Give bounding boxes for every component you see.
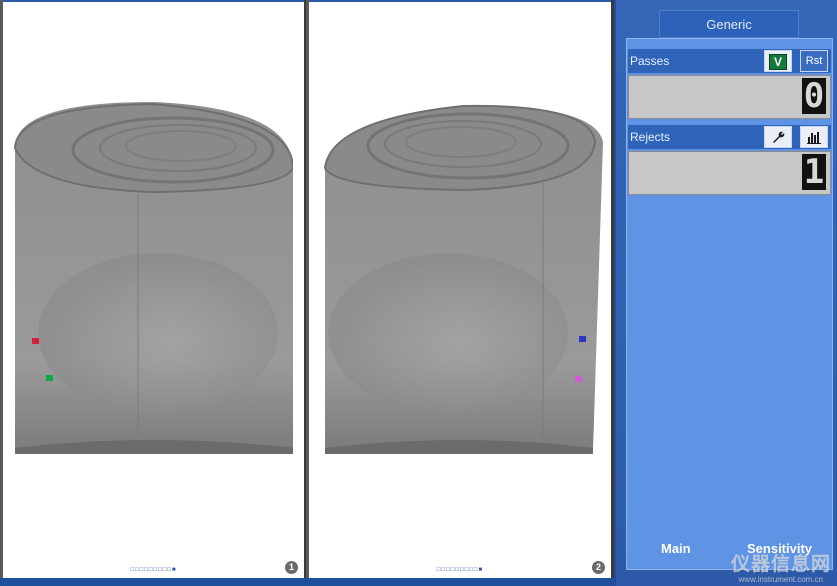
rejects-counter: 1 [628,151,831,195]
watermark-logo: 仪器信息网 [730,554,831,575]
control-panel: Generic Passes V Rst 0 Rejects 1 Main Se… [616,0,837,586]
rejects-count: 1 [802,152,826,192]
passes-label: Passes [630,54,670,68]
view-top-border [3,0,304,2]
passes-counter: 0 [628,75,831,119]
view-top-border [309,0,611,2]
defect-marker [579,336,586,342]
xray-view-1[interactable]: □□□□□□□□□■ 1 [0,0,307,578]
defect-marker [32,338,39,344]
settings-wrench-button[interactable] [764,126,792,148]
passes-header: Passes V Rst [628,49,831,73]
passes-count: 0 [802,76,826,116]
can-xray-image [13,102,293,454]
can-xray-image [323,104,603,454]
bar-chart-icon [807,132,821,144]
xray-view-2[interactable]: □□□□□□□□□■ 2 [306,0,614,578]
page-number-badge: 2 [592,561,605,574]
verify-button[interactable]: V [764,50,792,72]
statistics-button[interactable] [800,126,828,148]
verify-icon: V [769,54,787,70]
tab-main[interactable]: Main [661,541,691,556]
page-indicator-dots: □□□□□□□□□■ [436,567,484,573]
defect-marker [46,375,53,381]
defect-marker [575,376,582,382]
reset-button[interactable]: Rst [800,50,828,72]
page-indicator-dots: □□□□□□□□□■ [130,567,177,573]
counter-panel: Passes V Rst 0 Rejects 1 Main Sensitivit… [626,38,833,570]
rejects-header: Rejects [628,125,831,149]
tab-generic[interactable]: Generic [659,10,799,38]
rejects-label: Rejects [630,130,671,144]
page-number-badge: 1 [285,561,298,574]
wrench-icon [773,131,785,143]
watermark-url: www.instrument.com.cn [738,575,823,584]
